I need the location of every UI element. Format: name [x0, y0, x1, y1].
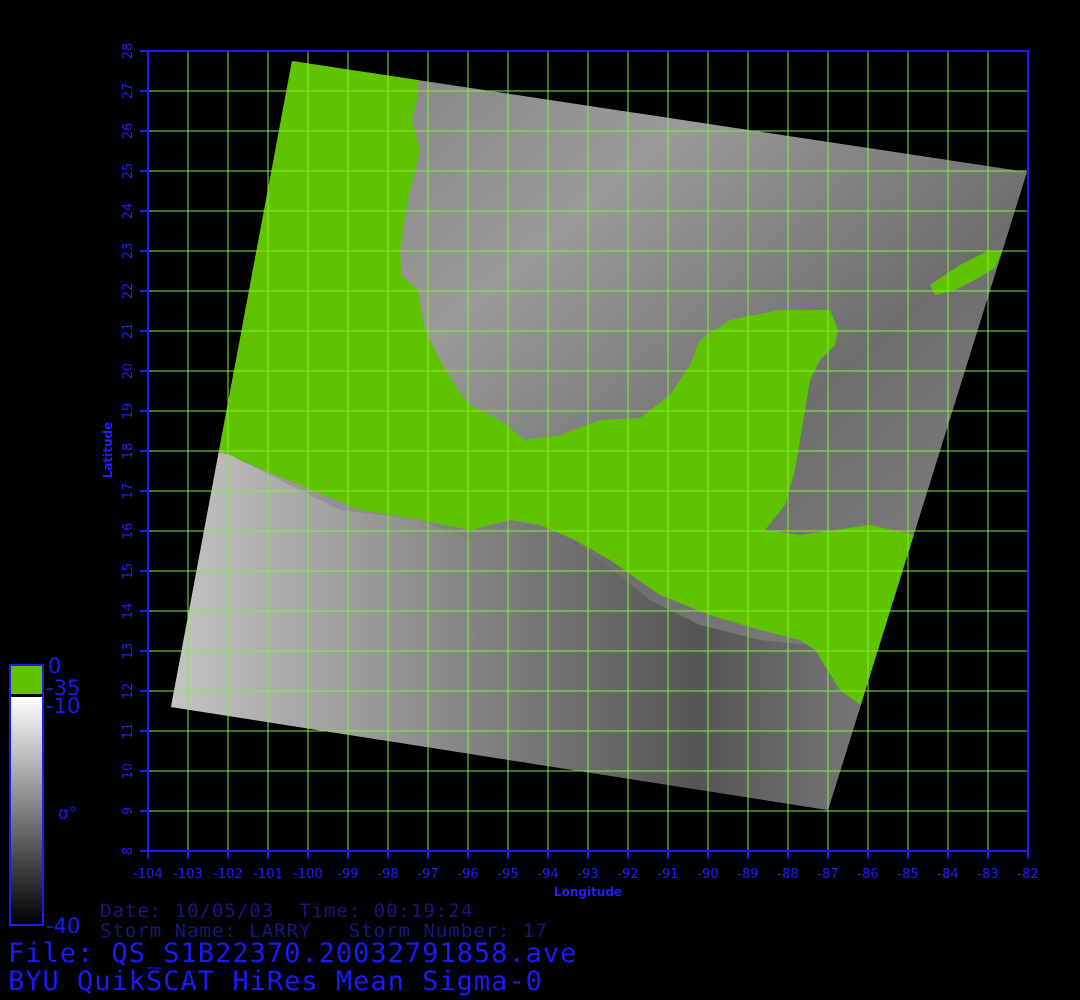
y-tick-label: 23: [121, 243, 136, 260]
x-tick-label: -94: [537, 867, 558, 882]
x-tick-label: -85: [897, 867, 918, 882]
y-tick-label: 22: [121, 283, 136, 300]
x-tick-label: -100: [293, 867, 323, 882]
y-tick-label: 12: [121, 683, 136, 700]
x-tick-label: -86: [857, 867, 878, 882]
x-tick-label: -98: [377, 867, 398, 882]
y-tick-label: 28: [121, 43, 136, 60]
file-line: File: QS_S1B22370.20032791858.ave: [8, 938, 578, 969]
y-tick-label: 15: [121, 563, 136, 580]
x-ticks: -104 -103 -102 -101 -100 -99 -98 -97 -96 -95 -94 -9…: [133, 851, 1039, 882]
y-tick-label: 10: [121, 763, 136, 780]
y-tick-label: 11: [121, 723, 136, 740]
x-tick-label: -96: [457, 867, 478, 882]
x-axis-label: Longitude: [554, 885, 622, 899]
y-tick-label: 16: [121, 523, 136, 540]
title-line: BYU QuikSCAT HiRes Mean Sigma-0: [8, 966, 543, 997]
colorbar-label-ocean-top: -10: [46, 694, 81, 718]
y-tick-label: 21: [121, 323, 136, 340]
y-tick-label: 20: [121, 363, 136, 380]
colorbar-label-land-top: 0: [48, 654, 62, 678]
colorbar-label-ocean-bottom: -40: [46, 914, 81, 938]
y-tick-label: 19: [121, 403, 136, 420]
x-tick-label: -103: [173, 867, 203, 882]
y-tick-label: 18: [121, 443, 136, 460]
x-tick-label: -83: [977, 867, 998, 882]
y-tick-label: 9: [121, 807, 136, 815]
colorbar-symbol: σ°: [58, 804, 78, 824]
x-tick-label: -84: [937, 867, 958, 882]
y-axis-label: Latitude: [101, 422, 115, 479]
y-tick-label: 25: [121, 163, 136, 180]
x-tick-label: -95: [497, 867, 518, 882]
x-tick-label: -101: [253, 867, 283, 882]
y-tick-label: 17: [121, 483, 136, 500]
sigma0-map: -104 -103 -102 -101 -100 -99 -98 -97 -96 -95 -94 -9…: [9, 43, 1039, 926]
y-tick-label: 8: [121, 847, 136, 855]
colorbar-ocean: [11, 697, 42, 924]
x-tick-label: -92: [617, 867, 638, 882]
graticule: [147, 50, 1029, 852]
x-tick-label: -82: [1017, 867, 1038, 882]
x-tick-label: -93: [577, 867, 598, 882]
y-tick-label: 26: [121, 123, 136, 140]
y-tick-label: 24: [121, 203, 136, 220]
x-tick-label: -87: [817, 867, 838, 882]
x-tick-label: -91: [657, 867, 678, 882]
x-tick-label: -89: [737, 867, 758, 882]
x-tick-label: -104: [133, 867, 163, 882]
x-tick-label: -99: [337, 867, 358, 882]
y-ticks: 8 9 10 11 12 13 14 15 16 17 18 19 20 21 22 23 24 25 26 27 28: [121, 43, 148, 855]
swath: [171, 61, 1027, 810]
y-tick-label: 27: [121, 83, 136, 100]
x-tick-label: -88: [777, 867, 798, 882]
date-time-line: Date: 10/05/03 Time: 00:19:24: [100, 900, 474, 922]
x-tick-label: -97: [417, 867, 438, 882]
x-tick-label: -90: [697, 867, 718, 882]
y-tick-label: 14: [121, 603, 136, 620]
y-tick-label: 13: [121, 643, 136, 660]
colorbar-land: [11, 666, 42, 694]
x-tick-label: -102: [213, 867, 243, 882]
colorbar: [9, 664, 44, 926]
